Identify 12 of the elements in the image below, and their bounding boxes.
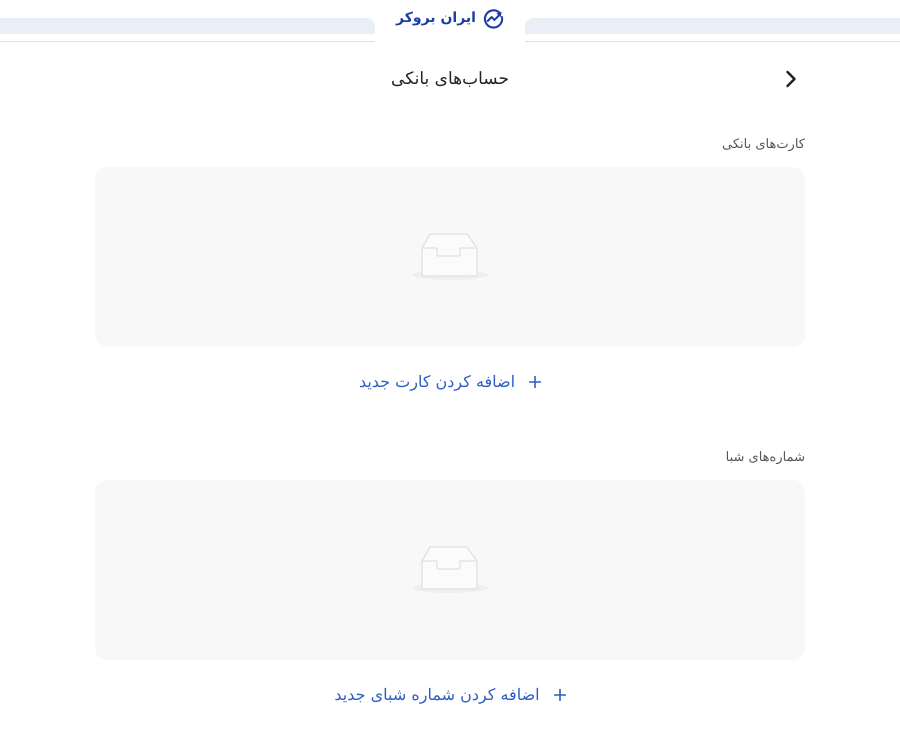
- plus-icon: [554, 689, 566, 701]
- add-button[interactable]: اضافه کردن کارت جدید: [356, 362, 544, 402]
- plus-icon: [529, 376, 542, 388]
- empty-tray-icon: [412, 546, 488, 594]
- section-label: کارت‌های بانکی: [722, 136, 805, 154]
- empty-tray-icon: [412, 233, 488, 281]
- add-button[interactable]: اضافه کردن شماره شبای جدید: [332, 675, 568, 715]
- chevron-right-icon[interactable]: [785, 70, 797, 88]
- page-title: حساب‌های بانکی: [391, 68, 509, 91]
- logo-text: ایران بروکر: [396, 11, 476, 25]
- section-label: شماره‌های شبا: [726, 449, 805, 467]
- circle-trend-icon: [482, 8, 504, 28]
